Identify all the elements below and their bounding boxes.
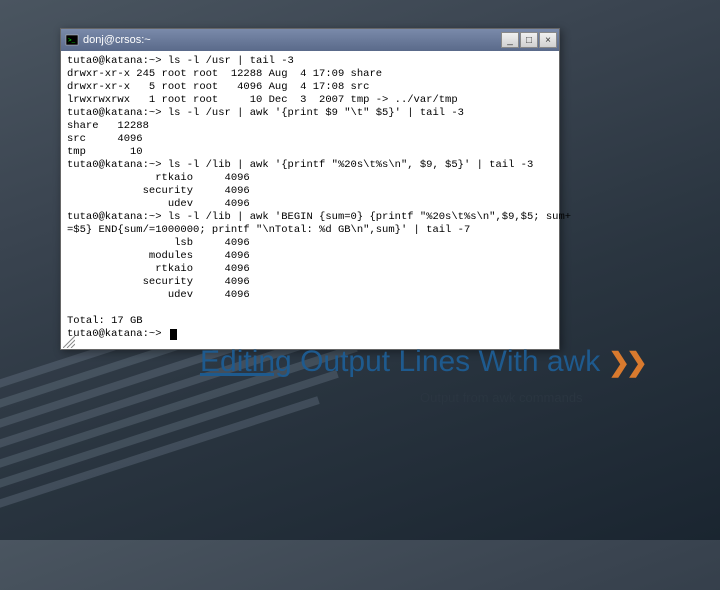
maximize-glyph: □ — [526, 35, 532, 46]
slide-heading: Editing Output Lines With awk ❯❯ — [200, 345, 644, 379]
resize-grip[interactable] — [63, 335, 75, 347]
window-controls: _ □ × — [501, 32, 557, 48]
heading-underlined-word: Editing — [200, 345, 292, 378]
terminal-body[interactable]: tuta0@katana:~> ls -l /usr | tail -3 drw… — [61, 51, 559, 349]
close-button[interactable]: × — [539, 32, 557, 48]
slide-caption: Output from awk commands — [420, 390, 583, 405]
cursor — [170, 329, 177, 340]
titlebar[interactable]: >_ donj@crsos:~ _ □ × — [61, 29, 559, 51]
terminal-window: >_ donj@crsos:~ _ □ × tuta0@katana:~> ls… — [60, 28, 560, 350]
window-title: donj@crsos:~ — [83, 34, 501, 46]
minimize-glyph: _ — [507, 35, 513, 46]
terminal-icon: >_ — [65, 33, 79, 47]
maximize-button[interactable]: □ — [520, 32, 538, 48]
close-glyph: × — [545, 35, 551, 46]
chevron-right-icon: ❯❯ — [608, 347, 644, 378]
heading-rest: Output Lines With awk — [292, 345, 600, 378]
minimize-button[interactable]: _ — [501, 32, 519, 48]
svg-text:>_: >_ — [68, 37, 76, 44]
